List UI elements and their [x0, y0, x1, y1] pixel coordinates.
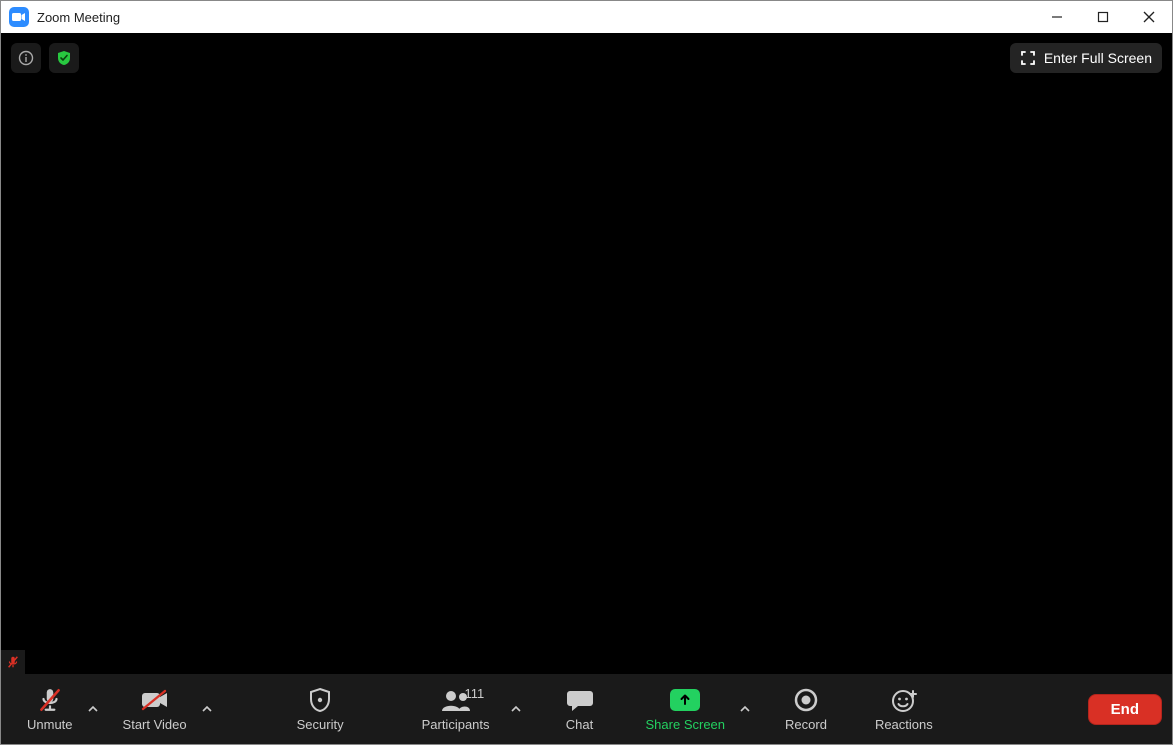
- minimize-button[interactable]: [1034, 1, 1080, 33]
- video-stage: Enter Full Screen: [1, 33, 1172, 674]
- chat-label: Chat: [566, 717, 593, 732]
- zoom-logo-icon: [9, 7, 29, 27]
- end-meeting-button[interactable]: End: [1088, 694, 1162, 725]
- fullscreen-icon: [1020, 50, 1036, 66]
- meeting-toolbar: Unmute Start Video: [1, 674, 1172, 744]
- reactions-icon: [891, 687, 917, 713]
- start-video-label: Start Video: [123, 717, 187, 732]
- encryption-shield-button[interactable]: [49, 43, 79, 73]
- enter-fullscreen-button[interactable]: Enter Full Screen: [1010, 43, 1162, 73]
- reactions-label: Reactions: [875, 717, 933, 732]
- self-view-muted-indicator: [1, 650, 25, 674]
- shield-icon: [308, 687, 332, 713]
- top-left-overlay: [11, 43, 79, 73]
- record-button[interactable]: Record: [769, 674, 843, 744]
- share-screen-button[interactable]: Share Screen: [630, 674, 742, 744]
- participants-count: 111: [465, 686, 485, 701]
- reactions-button[interactable]: Reactions: [859, 674, 949, 744]
- fullscreen-label: Enter Full Screen: [1044, 50, 1152, 66]
- unmute-label: Unmute: [27, 717, 73, 732]
- titlebar-left: Zoom Meeting: [1, 7, 120, 27]
- share-screen-label: Share Screen: [646, 717, 726, 732]
- participants-label: Participants: [422, 717, 490, 732]
- zoom-window: Zoom Meeting: [0, 0, 1173, 745]
- chat-button[interactable]: Chat: [550, 674, 610, 744]
- record-label: Record: [785, 717, 827, 732]
- meeting-info-button[interactable]: [11, 43, 41, 73]
- window-title: Zoom Meeting: [37, 10, 120, 25]
- share-screen-icon: [670, 687, 700, 713]
- titlebar: Zoom Meeting: [1, 1, 1172, 33]
- security-button[interactable]: Security: [281, 674, 360, 744]
- record-icon: [794, 687, 818, 713]
- window-controls: [1034, 1, 1172, 33]
- unmute-button[interactable]: Unmute: [11, 674, 89, 744]
- start-video-button[interactable]: Start Video: [107, 674, 203, 744]
- camera-off-icon: [140, 687, 170, 713]
- microphone-muted-icon: [37, 687, 63, 713]
- close-button[interactable]: [1126, 1, 1172, 33]
- maximize-button[interactable]: [1080, 1, 1126, 33]
- participants-button[interactable]: Participants 111: [400, 674, 512, 744]
- chat-icon: [566, 687, 594, 713]
- security-label: Security: [297, 717, 344, 732]
